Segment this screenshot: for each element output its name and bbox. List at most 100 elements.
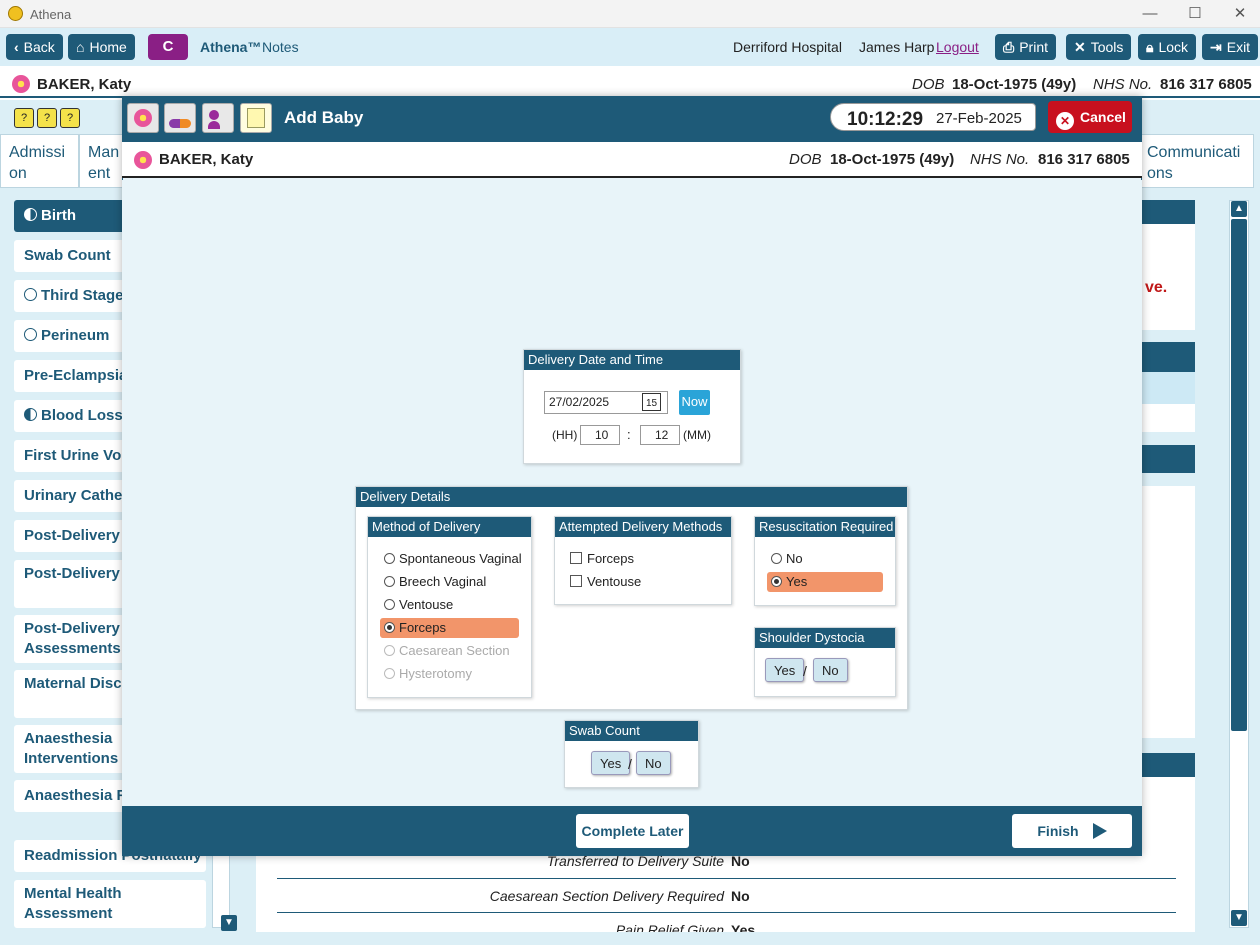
notes-icon[interactable]: [240, 103, 272, 133]
c-badge-button[interactable]: C: [148, 34, 188, 60]
half-circle-icon: [24, 408, 37, 421]
back-button[interactable]: ‹ Back: [6, 34, 63, 60]
radio-icon: [384, 553, 395, 564]
flower-icon[interactable]: [127, 103, 159, 133]
group-title: Resuscitation Required: [755, 517, 895, 537]
exit-button[interactable]: ⇥ Exit: [1202, 34, 1259, 60]
radio-icon: [384, 576, 395, 587]
hh-label: (HH): [552, 428, 578, 442]
bg-selected-row: [1138, 372, 1195, 404]
bg-section-header: [1138, 200, 1195, 224]
minimize-icon[interactable]: —: [1140, 4, 1160, 24]
printer-icon: ⎙: [1003, 39, 1015, 55]
tools-button[interactable]: ✕ Tools: [1066, 34, 1132, 60]
nhs-label: NHS No.: [1093, 76, 1153, 93]
dob-value: 18-Oct-1975 (49y): [830, 151, 955, 168]
half-circle-icon: [24, 208, 37, 221]
finish-button[interactable]: Finish: [1012, 814, 1132, 848]
bg-warning-text: ve.: [1145, 279, 1168, 296]
home-button[interactable]: ⌂ Home: [68, 34, 135, 60]
method-option-caesarean: Caesarean Section: [380, 641, 519, 661]
swab-count-yes-button[interactable]: Yes: [591, 751, 631, 775]
dob-label: DOB: [912, 76, 945, 93]
medication-icon[interactable]: [164, 103, 196, 133]
divider: [277, 912, 1176, 913]
baby-icon[interactable]: [202, 103, 234, 133]
bg-row-value: Yes: [731, 922, 756, 932]
resuscitation-option-no[interactable]: No: [767, 549, 883, 569]
print-button[interactable]: ⎙ Print: [995, 34, 1056, 60]
maximize-icon[interactable]: ☐: [1185, 4, 1205, 24]
group-title: Attempted Delivery Methods: [555, 517, 731, 537]
bg-section-header-4: [1138, 753, 1195, 777]
mm-label: (MM): [683, 428, 711, 442]
scroll-down-icon[interactable]: ▼: [1231, 910, 1247, 926]
nhs-value: 816 317 6805: [1160, 76, 1252, 93]
method-option-spontaneous-vaginal[interactable]: Spontaneous Vaginal: [380, 549, 522, 569]
tab-communications[interactable]: Communicati ons: [1138, 134, 1254, 188]
bg-section-body-3: [1138, 486, 1195, 738]
method-option-ventouse[interactable]: Ventouse: [380, 595, 519, 615]
attempted-option-ventouse[interactable]: Ventouse: [566, 572, 641, 592]
cancel-icon: ✕: [1056, 112, 1074, 130]
bg-row: [1138, 404, 1195, 432]
bg-section-header-3: [1138, 445, 1195, 473]
scroll-thumb[interactable]: [1231, 219, 1247, 731]
complete-later-button[interactable]: Complete Later: [576, 814, 689, 848]
tools-icon: ✕: [1074, 39, 1086, 55]
empty-circle-icon: [24, 328, 37, 341]
logout-link[interactable]: Logout: [936, 39, 979, 55]
panel-title: Delivery Details: [356, 487, 907, 507]
panel-title: Delivery Date and Time: [524, 350, 740, 370]
now-button[interactable]: Now: [679, 390, 710, 415]
bg-row-label: Caesarean Section Delivery Required: [489, 888, 724, 904]
shoulder-dystocia-no-button[interactable]: No: [813, 658, 848, 682]
close-window-icon[interactable]: ✕: [1230, 4, 1250, 24]
nhs-label: NHS No.: [970, 151, 1030, 168]
help-icon[interactable]: ?: [37, 108, 57, 128]
clock-date: 27-Feb-2025: [936, 110, 1022, 127]
method-option-hysterotomy: Hysterotomy: [380, 664, 519, 684]
radio-icon: [384, 645, 395, 656]
yes-no-separator: /: [803, 663, 807, 679]
bg-row-label: Pain Relief Given: [615, 922, 724, 932]
nhs-value: 816 317 6805: [1038, 151, 1130, 168]
hospital-name: Derriford Hospital: [733, 39, 842, 55]
group-title: Method of Delivery: [368, 517, 531, 537]
patient-name: BAKER, Katy: [159, 151, 254, 168]
swab-count-no-button[interactable]: No: [636, 751, 671, 775]
checkbox-icon: [570, 552, 582, 564]
nav-mental-health[interactable]: Mental Health Assessment: [14, 880, 206, 928]
scroll-down-icon[interactable]: ▼: [221, 915, 237, 931]
scroll-up-icon[interactable]: ▲: [1231, 201, 1247, 217]
flower-icon: [12, 75, 30, 96]
method-option-breech-vaginal[interactable]: Breech Vaginal: [380, 572, 519, 592]
radio-icon: [384, 668, 395, 679]
minute-input[interactable]: 12: [640, 425, 680, 445]
help-list-icon[interactable]: ?: [14, 108, 34, 128]
bg-section-body: [1138, 224, 1195, 330]
dialog-title: Add Baby: [284, 108, 364, 127]
tab-admission[interactable]: Admissi on: [0, 134, 79, 188]
app-logo-icon: [8, 6, 23, 21]
calendar-icon[interactable]: 15: [642, 393, 661, 411]
empty-circle-icon: [24, 288, 37, 301]
yes-no-separator: /: [628, 756, 632, 772]
hour-input[interactable]: 10: [580, 425, 620, 445]
lock-button[interactable]: 🔒︎ Lock: [1138, 34, 1197, 60]
patient-name: BAKER, Katy: [37, 76, 132, 93]
tab-management[interactable]: Man ent: [79, 134, 124, 188]
resuscitation-option-yes[interactable]: Yes: [767, 572, 883, 592]
flower-icon: [134, 151, 152, 172]
home-icon: ⌂: [76, 39, 85, 55]
dob-value: 18-Oct-1975 (49y): [952, 76, 1077, 93]
radio-selected-icon: [384, 622, 395, 633]
help-icon-2[interactable]: ?: [60, 108, 80, 128]
chevron-left-icon: ‹: [14, 39, 19, 55]
clock-time: 10:12:29: [847, 109, 924, 130]
cancel-button[interactable]: ✕ Cancel: [1048, 101, 1132, 133]
method-option-forceps[interactable]: Forceps: [380, 618, 519, 638]
attempted-option-forceps[interactable]: Forceps: [566, 549, 634, 569]
window-title: Athena: [30, 7, 72, 22]
shoulder-dystocia-yes-button[interactable]: Yes: [765, 658, 805, 682]
